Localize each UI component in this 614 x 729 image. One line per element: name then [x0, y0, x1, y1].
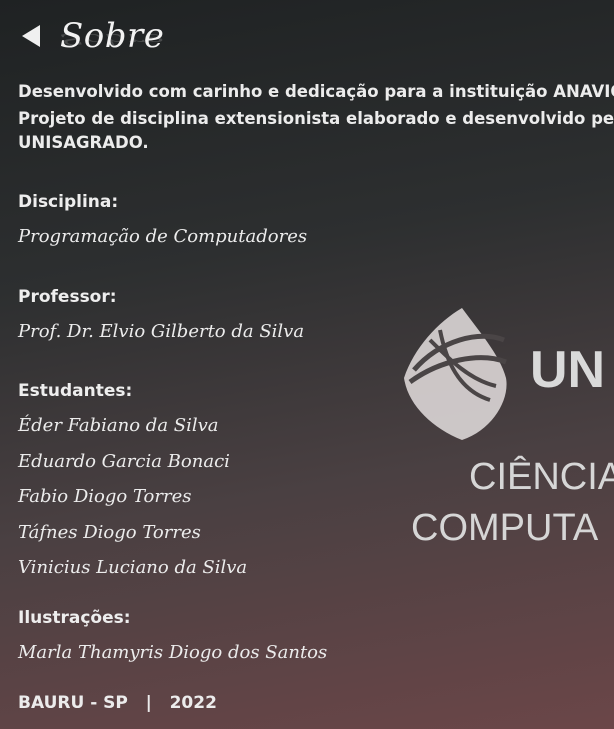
disciplina-value: Programação de Computadores: [18, 226, 308, 247]
logo-line-2: COMPUTA: [411, 507, 599, 549]
footer-location-year: BAURU - SP | 2022: [18, 693, 217, 713]
ilustracoes-value: Marla Thamyris Diogo dos Santos: [18, 642, 328, 663]
page-title: Sobre Sobre: [60, 16, 165, 56]
disciplina-heading: Disciplina:: [18, 192, 119, 212]
intro-line-1: Desenvolvido com carinho e dedicação par…: [18, 78, 614, 105]
student-name: Vinicius Luciano da Silva: [18, 557, 248, 578]
page-header: Sobre Sobre: [20, 12, 164, 60]
intro-line-3: UNISAGRADO.: [18, 133, 149, 152]
back-arrow-icon[interactable]: [20, 23, 42, 49]
logo-line-1: CIÊNCIA: [469, 456, 614, 498]
student-name: Táfnes Diogo Torres: [18, 522, 201, 543]
estudantes-heading: Estudantes:: [18, 381, 133, 401]
student-name: Éder Fabiano da Silva: [18, 415, 219, 436]
professor-heading: Professor:: [18, 287, 117, 307]
institution-name: ANAVIQ: [553, 82, 614, 101]
intro-line-2: Projeto de disciplina extensionista elab…: [18, 109, 614, 128]
intro-text: Desenvolvido com carinho e dedicação par…: [18, 78, 614, 156]
student-name: Eduardo Garcia Bonaci: [18, 451, 230, 472]
professor-value: Prof. Dr. Elvio Gilberto da Silva: [18, 321, 305, 342]
student-name: Fabio Diogo Torres: [18, 486, 192, 507]
ilustracoes-heading: Ilustrações:: [18, 608, 131, 628]
logo-brand-text: UN: [530, 341, 606, 399]
